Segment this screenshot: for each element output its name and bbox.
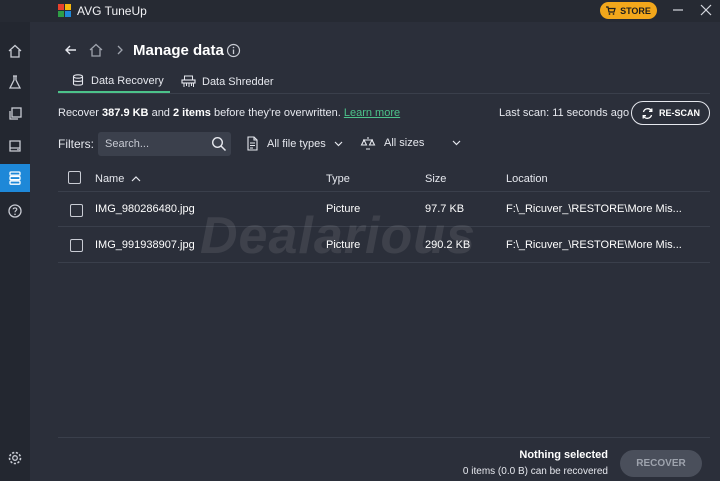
selection-detail: 0 items (0.0 B) can be recovered: [462, 466, 608, 477]
size-filter[interactable]: All sizes: [360, 136, 461, 150]
filters-label: Filters:: [58, 137, 94, 151]
learn-more-link[interactable]: Learn more: [344, 107, 400, 119]
store-button[interactable]: STORE: [600, 2, 657, 19]
tab-data-shredder[interactable]: Data Shredder: [181, 70, 274, 93]
sidebar-item-disk[interactable]: [0, 132, 30, 160]
selection-status: Nothing selected: [519, 449, 608, 461]
size-value: All sizes: [384, 137, 425, 149]
search-icon[interactable]: [211, 136, 227, 152]
file-type: Picture: [326, 203, 361, 215]
footer-divider: [58, 437, 710, 438]
sort-ascending-icon[interactable]: [131, 175, 141, 182]
sidebar-item-settings[interactable]: [0, 444, 30, 472]
sidebar-item-manage-data[interactable]: [0, 164, 30, 192]
layers-icon: [9, 107, 22, 120]
recovery-summary: Recover 387.9 KB and 2 items before they…: [58, 107, 400, 119]
tab-data-recovery[interactable]: Data Recovery: [58, 70, 170, 93]
file-location: F:\_Ricuver_\RESTORE\More Mis...: [506, 203, 682, 215]
row-checkbox[interactable]: [70, 239, 83, 252]
summary-text: before they're overwritten.: [210, 107, 344, 119]
row-checkbox[interactable]: [70, 204, 83, 217]
database-icon: [9, 171, 21, 185]
breadcrumb-home-icon[interactable]: [88, 42, 104, 58]
file-type-filter[interactable]: All file types: [246, 136, 343, 151]
file-type-value: All file types: [267, 137, 326, 150]
select-all-checkbox[interactable]: [68, 171, 81, 184]
last-scan-label: Last scan:: [499, 107, 550, 119]
scale-icon: [360, 137, 376, 150]
cart-icon: [606, 6, 616, 15]
info-icon[interactable]: [226, 43, 241, 58]
rescan-label: RE-SCAN: [658, 108, 700, 118]
search-box: [98, 132, 231, 156]
file-icon: [247, 136, 258, 151]
app-title: AVG TuneUp: [77, 4, 147, 18]
title-bar: AVG TuneUp STORE: [0, 0, 720, 22]
file-size: 290.2 KB: [425, 239, 471, 251]
summary-text: Recover: [58, 107, 103, 119]
sidebar-item-help[interactable]: [0, 197, 30, 225]
help-icon: [8, 204, 22, 218]
summary-size: 387.9 KB: [102, 107, 149, 119]
column-header-size[interactable]: Size: [425, 173, 446, 185]
sidebar-item-apps[interactable]: [0, 100, 30, 128]
disk-icon: [9, 140, 21, 152]
chevron-down-icon: [452, 140, 461, 146]
close-icon[interactable]: [699, 3, 713, 17]
sidebar-item-home[interactable]: [0, 37, 30, 65]
column-header-location[interactable]: Location: [506, 173, 548, 185]
chevron-right-icon: [117, 45, 123, 55]
gear-icon: [8, 451, 22, 465]
tabs-divider: [58, 93, 710, 94]
tab-label: Data Recovery: [91, 74, 164, 87]
store-label: STORE: [620, 5, 651, 16]
sidebar: [0, 22, 30, 481]
last-scan-value: 11 seconds ago: [552, 107, 630, 119]
file-type: Picture: [326, 239, 361, 251]
avg-logo-icon: [58, 4, 71, 17]
summary-items: 2 items: [172, 107, 211, 119]
file-size: 97.7 KB: [425, 203, 465, 215]
sidebar-item-maintenance[interactable]: [0, 68, 30, 96]
rescan-button[interactable]: RE-SCAN: [631, 101, 710, 125]
flask-icon: [8, 75, 22, 89]
table-row[interactable]: IMG_991938907.jpg Picture 290.2 KB F:\_R…: [58, 228, 710, 263]
recover-button[interactable]: RECOVER: [620, 450, 702, 477]
file-name: IMG_980286480.jpg: [95, 203, 195, 215]
home-icon: [8, 44, 22, 58]
database-recovery-icon: [72, 74, 84, 86]
tab-label: Data Shredder: [202, 75, 274, 88]
summary-text: and: [148, 107, 173, 119]
file-name: IMG_991938907.jpg: [95, 239, 195, 251]
column-header-name[interactable]: Name: [95, 173, 124, 185]
last-scan: Last scan: 11 seconds ago: [499, 107, 629, 119]
minimize-icon[interactable]: [671, 3, 685, 17]
refresh-icon: [642, 107, 653, 119]
chevron-down-icon: [334, 141, 343, 146]
back-arrow-icon[interactable]: [64, 43, 78, 57]
page-title: Manage data: [133, 42, 224, 59]
table-row[interactable]: IMG_980286480.jpg Picture 97.7 KB F:\_Ri…: [58, 192, 710, 227]
table-header: Name Type Size Location: [58, 166, 710, 192]
shredder-icon: [181, 75, 196, 87]
search-input[interactable]: [98, 132, 208, 156]
file-location: F:\_Ricuver_\RESTORE\More Mis...: [506, 239, 682, 251]
column-header-type[interactable]: Type: [326, 173, 350, 185]
